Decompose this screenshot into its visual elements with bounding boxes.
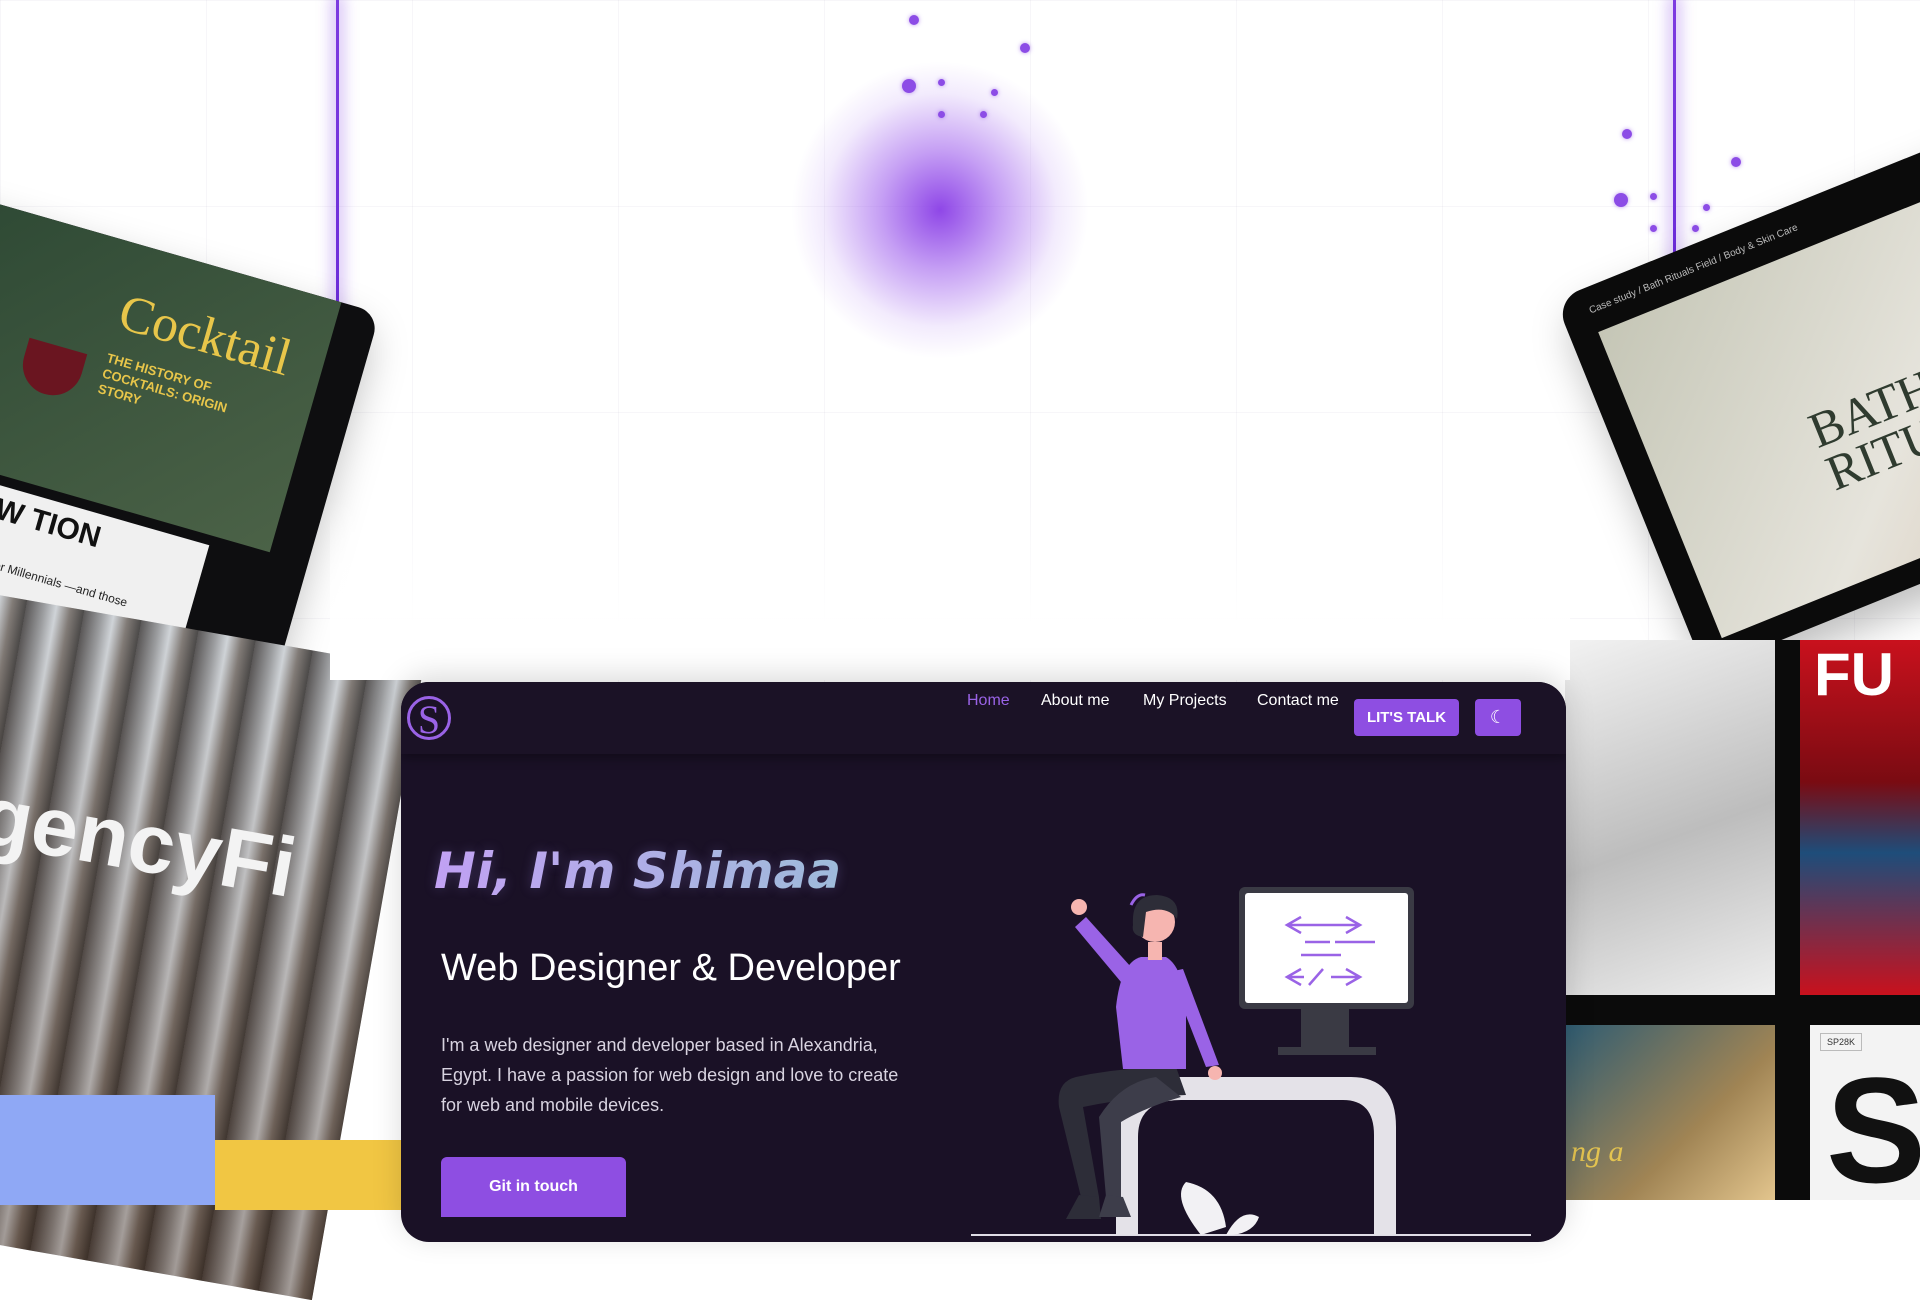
hero-greeting: Hi, I'm Shimaa [434, 842, 842, 900]
particle [1650, 193, 1657, 200]
photo-tile-typography: SP28K S [1810, 1025, 1920, 1200]
purple-glow [790, 60, 1090, 360]
tablet-title: BATH RITUAL [1800, 357, 1920, 502]
photo-tile-red: FU [1800, 640, 1920, 995]
particle [938, 79, 945, 86]
particle [1731, 157, 1741, 167]
photo-tile-bw [1565, 640, 1775, 995]
particle [1020, 43, 1030, 53]
particle [1614, 193, 1628, 207]
cocktail-glass-image [15, 337, 88, 403]
hero-bio: I'm a web designer and developer based i… [441, 1035, 899, 1115]
nav-link-home[interactable]: Home [967, 692, 1010, 710]
big-letter: S [1826, 1046, 1920, 1200]
portfolio-tiles-right: FU ng a SP28K S [1565, 640, 1920, 1200]
nav-link-about[interactable]: About me [1041, 692, 1109, 710]
hero-role: Web Designer & Developer [441, 947, 901, 989]
logo-letter: S [417, 697, 441, 742]
site-logo[interactable]: S [407, 696, 451, 742]
light-beam-right [1673, 0, 1676, 270]
nav-link-projects[interactable]: My Projects [1143, 692, 1227, 710]
background-fade [330, 500, 1570, 680]
sea-tile-text: ng a [1571, 1135, 1624, 1168]
particle [1703, 204, 1710, 211]
get-in-touch-button[interactable]: Git in touch [441, 1157, 626, 1217]
nav-link-contact[interactable]: Contact me [1257, 692, 1339, 710]
particle [938, 111, 945, 118]
site-navbar: S Home About me My Projects Contact me L… [401, 682, 1566, 754]
particle [980, 111, 987, 118]
developer-at-desk-illustration [971, 887, 1531, 1236]
red-tile-text: FU [1814, 641, 1894, 708]
particle [991, 89, 998, 96]
portfolio-site-preview: S Home About me My Projects Contact me L… [401, 682, 1566, 1242]
particle [1650, 225, 1657, 232]
color-block-blue [0, 1095, 215, 1205]
particle [1622, 129, 1632, 139]
moon-icon: ☾ [1489, 707, 1507, 727]
theme-toggle-button[interactable]: ☾ [1475, 699, 1521, 736]
particle [1692, 225, 1699, 232]
particle [909, 15, 919, 25]
particle [902, 79, 916, 93]
lets-talk-button[interactable]: LIT'S TALK [1354, 699, 1459, 736]
light-beam-left [336, 0, 339, 340]
photo-tile-sea: ng a [1565, 1025, 1775, 1200]
